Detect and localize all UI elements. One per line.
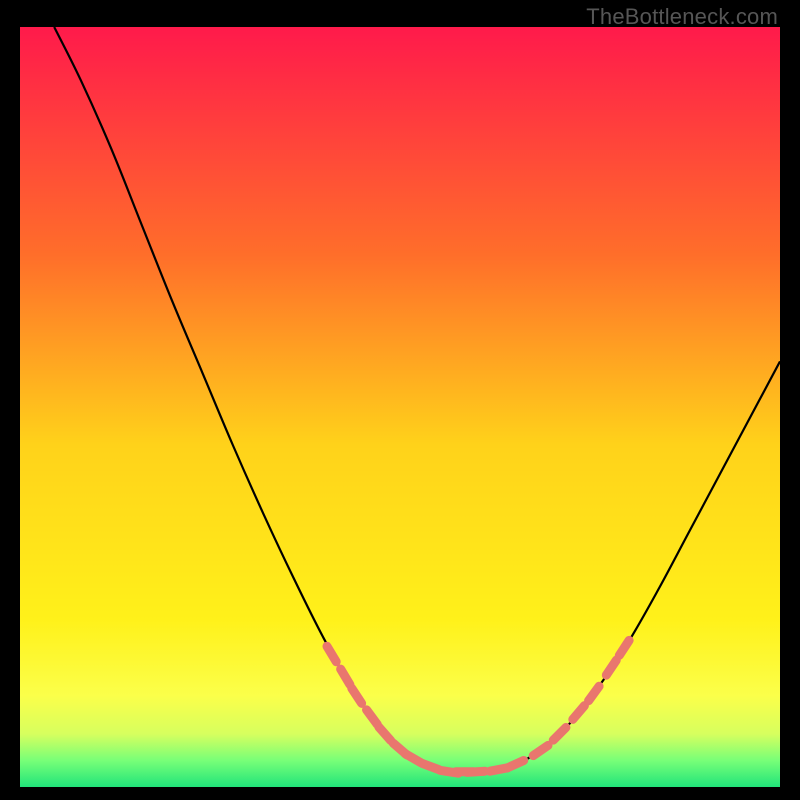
chart-background (20, 27, 780, 787)
highlight-marker (422, 763, 439, 769)
chart-svg (20, 27, 780, 787)
chart-frame (20, 27, 780, 787)
highlight-marker (467, 771, 485, 772)
